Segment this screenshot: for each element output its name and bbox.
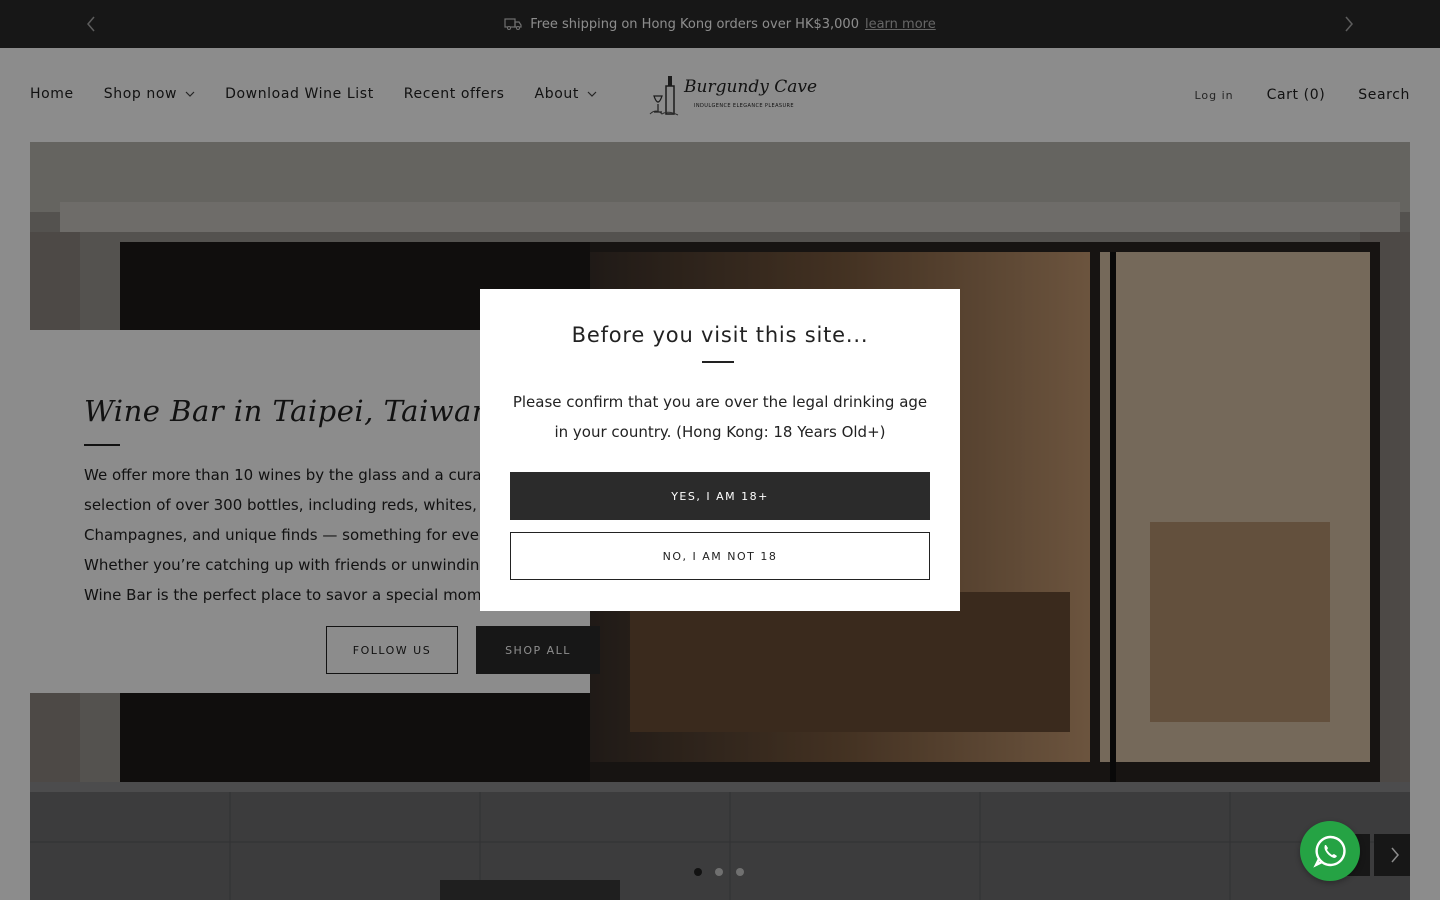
modal-divider [702, 361, 734, 363]
age-verification-modal: Before you visit this site... Please con… [480, 289, 960, 611]
deny-age-button[interactable]: NO, I AM NOT 18 [510, 532, 930, 580]
whatsapp-icon [1313, 835, 1346, 868]
confirm-age-button[interactable]: YES, I AM 18+ [510, 472, 930, 520]
modal-title: Before you visit this site... [571, 323, 869, 347]
modal-message: Please confirm that you are over the leg… [512, 393, 928, 441]
whatsapp-chat-button[interactable] [1300, 821, 1360, 881]
